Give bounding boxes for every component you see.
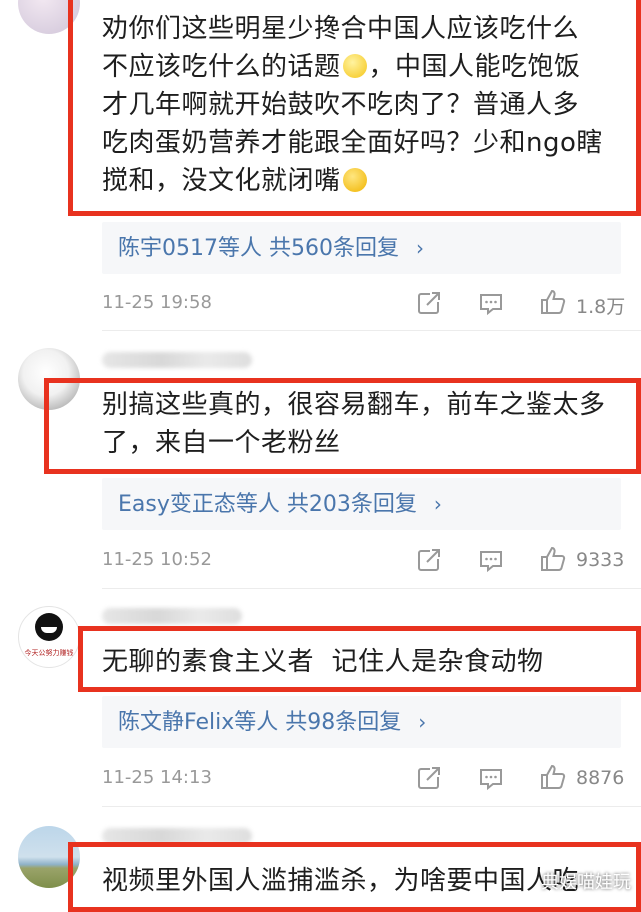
username-blurred[interactable] [102,608,242,624]
like-icon[interactable] [539,545,567,573]
replies-link[interactable]: Easy变正态等人 共203条回复 › [102,478,621,530]
avatar-caption: 今天公努力赚钱 [24,649,74,657]
avatar[interactable] [18,826,80,888]
smile-emoji-icon [342,54,367,78]
comment-text: 别搞这些真的，很容易翻车，前车之鉴太多 了，来自一个老粉丝 [102,390,606,458]
username-blurred[interactable] [102,828,252,844]
share-icon[interactable] [416,290,442,316]
chevron-right-icon: › [433,492,442,516]
reply-count: 共98条回复 [285,710,402,735]
comment-time: 11-25 14:13 [102,767,212,788]
avatar[interactable]: 今天公努力赚钱 [18,606,80,668]
divider [102,588,641,589]
like-icon[interactable] [539,763,567,791]
reply-users: 陈宇0517等人 [118,236,262,261]
share-icon[interactable] [416,547,442,573]
comment-icon[interactable] [478,767,504,791]
comment-time: 11-25 19:58 [102,292,212,313]
chevron-right-icon: › [418,710,427,734]
like-icon[interactable] [539,288,567,316]
divider [102,806,641,807]
divider [102,330,641,331]
comment-text: 无聊的素食主义者 记住人是杂食动物 [102,647,544,677]
watermark: 典娱喵娃玩 [541,872,631,893]
comment-time: 11-25 10:52 [102,549,212,570]
reply-count: 共203条回复 [286,492,417,517]
like-count: 8876 [576,767,625,789]
like-count: 1.8万 [576,296,626,318]
username-blurred[interactable] [102,352,252,368]
crying-emoji-icon [342,168,367,192]
avatar[interactable] [18,348,80,410]
avatar[interactable] [18,0,80,34]
replies-link[interactable]: 陈宇0517等人 共560条回复 › [102,222,621,274]
replies-link[interactable]: 陈文静Felix等人 共98条回复 › [102,696,621,748]
like-count: 9333 [576,549,625,571]
chevron-right-icon: › [416,236,424,260]
share-icon[interactable] [416,765,442,791]
comment-text: 劝你们这些明星少搀合中国人应该吃什么 不应该吃什么的话题 ，中国人能吃饱饭 才几年… [102,14,603,196]
comment-icon[interactable] [478,549,504,573]
reply-count: 共560条回复 [269,236,399,261]
reply-users: 陈文静Felix等人 [118,710,279,735]
comment-icon[interactable] [478,292,504,316]
reply-users: Easy变正态等人 [118,492,280,517]
